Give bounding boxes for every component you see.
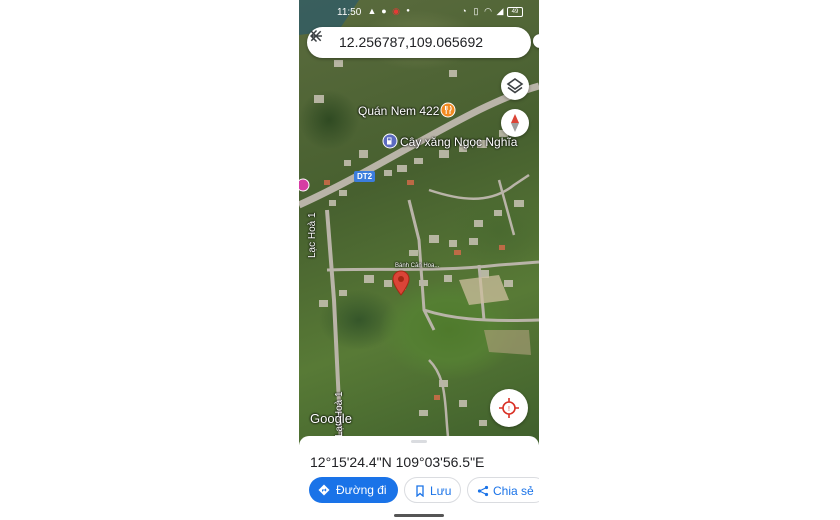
bottom-sheet[interactable]: 12°15'24.4"N 109°03'56.5"E Đường đi Lưu … (299, 436, 539, 520)
dot-icon: ● (406, 8, 410, 14)
layers-icon (506, 78, 524, 94)
satellite-map[interactable]: 11:50 ▲ ● ◉ ● ◔ ▯ ◠ ◢ 49 12.256787,109.0… (299, 0, 539, 445)
save-label: Lưu (430, 484, 452, 498)
chat-icon: ● (381, 6, 387, 16)
share-button[interactable]: Chia sẻ (467, 477, 539, 503)
search-bar[interactable]: 12.256787,109.065692 (307, 27, 531, 58)
route-badge: DT2 (354, 171, 376, 182)
compass-icon (511, 114, 519, 132)
signal-icon: ◢ (496, 6, 504, 16)
record-icon: ◉ (392, 6, 400, 16)
compass-button[interactable] (501, 109, 529, 137)
bookmark-icon (416, 485, 424, 497)
map-roads (299, 0, 539, 445)
location-pin-icon[interactable] (392, 270, 410, 296)
my-location-button[interactable]: ! (490, 389, 528, 427)
gas-station-icon[interactable] (382, 133, 398, 149)
directions-icon (318, 484, 330, 496)
share-label: Chia sẻ (493, 484, 534, 498)
svg-text:!: ! (508, 406, 510, 413)
save-button[interactable]: Lưu (404, 477, 461, 503)
my-location-icon: ! (499, 398, 519, 418)
directions-label: Đường đi (336, 483, 387, 497)
share-icon (477, 485, 489, 497)
vibrate-icon: ▯ (473, 6, 479, 16)
sheet-drag-handle[interactable] (411, 440, 427, 443)
close-icon[interactable] (307, 27, 325, 45)
warning-icon: ▲ (367, 6, 377, 16)
road-label-lac-hoa: Lạc Hoà 1 (307, 212, 318, 258)
directions-button[interactable]: Đường đi (309, 477, 398, 503)
poi-label-quan-nem[interactable]: Quán Nem 422 (358, 104, 439, 118)
poi-label-cay-xang[interactable]: Cây xăng Ngọc Nghĩa (400, 135, 517, 149)
wifi-icon: ◠ (484, 6, 492, 16)
search-input[interactable]: 12.256787,109.065692 (339, 34, 483, 50)
gesture-nav-bar[interactable] (394, 514, 444, 517)
coordinates-text: 12°15'24.4"N 109°03'56.5"E (310, 454, 485, 470)
layers-button[interactable] (501, 72, 529, 100)
shopping-icon[interactable] (299, 178, 310, 192)
status-bar: 11:50 ▲ ● ◉ ● ◔ ▯ ◠ ◢ 49 (299, 0, 539, 24)
restaurant-icon[interactable] (440, 102, 456, 118)
phone-screen: 11:50 ▲ ● ◉ ● ◔ ▯ ◠ ◢ 49 12.256787,109.0… (299, 0, 539, 520)
status-time: 11:50 (337, 7, 362, 18)
poi-label-small[interactable]: Bánh Căn Hoa... (395, 263, 439, 269)
google-attribution: Google (310, 411, 352, 426)
battery-icon: 49 (507, 7, 523, 17)
alarm-icon: ◔ (461, 6, 467, 16)
